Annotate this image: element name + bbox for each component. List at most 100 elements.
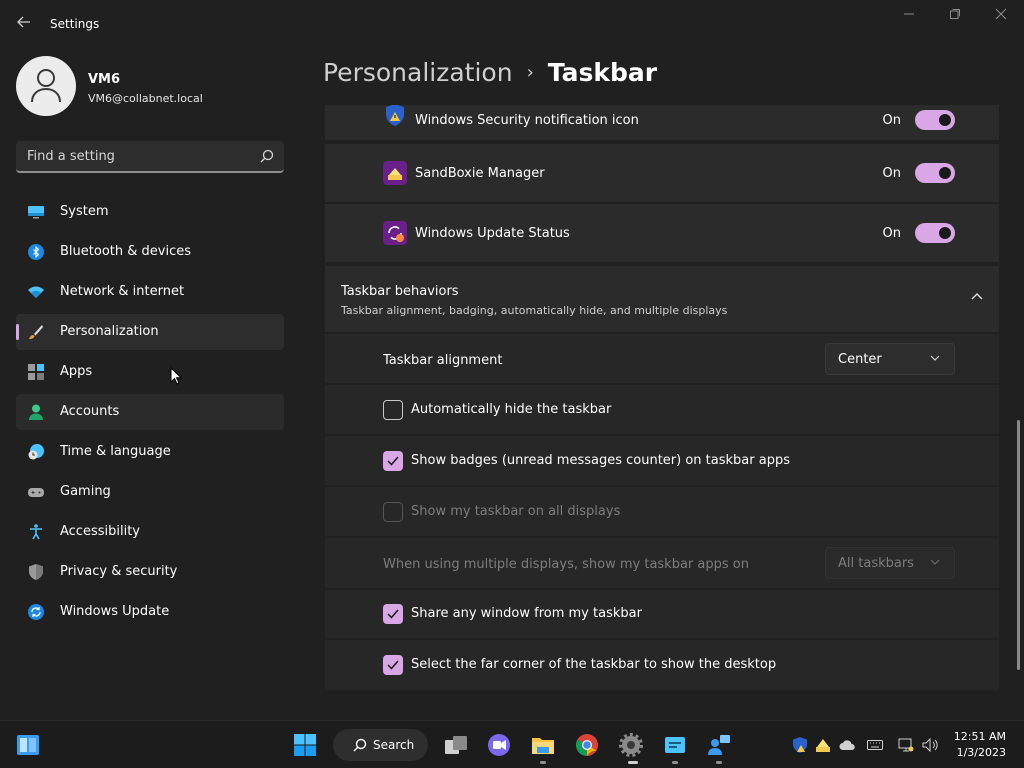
- auto-hide-row: Automatically hide the taskbar: [325, 385, 999, 434]
- multi-display-dropdown: All taskbars: [825, 547, 955, 579]
- settings-gear-icon[interactable]: [619, 733, 643, 757]
- sidebar-item-accounts[interactable]: Accounts: [16, 394, 284, 430]
- taskbar-alignment-row: Taskbar alignment Center: [325, 334, 999, 383]
- volume-icon[interactable]: [922, 737, 938, 753]
- sandboxie-toggle[interactable]: [915, 163, 955, 183]
- sidebar-item-personalization[interactable]: Personalization: [16, 314, 284, 350]
- close-button[interactable]: [987, 8, 1015, 26]
- teams-chat-icon[interactable]: [487, 733, 511, 757]
- sidebar-item-gaming[interactable]: Gaming: [16, 474, 284, 510]
- chrome-icon[interactable]: [575, 733, 599, 757]
- checkmark-icon: [387, 660, 399, 670]
- share-window-row: Share any window from my taskbar: [325, 590, 999, 638]
- keyboard-icon[interactable]: [867, 737, 883, 753]
- breadcrumb-separator: ›: [526, 62, 534, 83]
- remote-support-icon[interactable]: [707, 733, 731, 757]
- share-window-checkbox[interactable]: [383, 604, 403, 624]
- sandboxie-icon: [383, 161, 407, 185]
- bluetooth-icon: [28, 244, 44, 260]
- sidebar-item-apps[interactable]: Apps: [16, 354, 284, 390]
- settings-search[interactable]: [16, 141, 284, 173]
- far-corner-row: Select the far corner of the taskbar to …: [325, 640, 999, 690]
- maximize-button[interactable]: [941, 8, 969, 26]
- sidebar-item-privacy-security[interactable]: Privacy & security: [16, 554, 284, 590]
- far-corner-label: Select the far corner of the taskbar to …: [411, 657, 777, 672]
- taskbar-alignment-dropdown[interactable]: Center: [825, 343, 955, 375]
- chevron-down-icon: [930, 559, 940, 565]
- sidebar-item-label: Personalization: [60, 324, 159, 339]
- widgets-icon[interactable]: [16, 733, 40, 757]
- breadcrumb-parent[interactable]: Personalization: [323, 58, 513, 87]
- user-email: VM6@collabnet.local: [88, 92, 203, 105]
- sidebar-item-label: Time & language: [60, 444, 171, 459]
- chevron-down-icon: [930, 355, 940, 361]
- sandboxie-tray-icon[interactable]: [815, 737, 831, 753]
- toggle-state-label: On: [882, 166, 901, 181]
- sidebar-item-bluetooth[interactable]: Bluetooth & devices: [16, 234, 284, 270]
- back-arrow-icon[interactable]: [14, 14, 34, 34]
- tray-app-label: Windows Update Status: [415, 226, 570, 241]
- window-title: Settings: [50, 17, 100, 31]
- sidebar-item-network[interactable]: Network & internet: [16, 274, 284, 310]
- sidebar-item-system[interactable]: System: [16, 194, 284, 230]
- section-subtitle: Taskbar alignment, badging, automaticall…: [341, 304, 728, 317]
- windows-security-icon: [386, 105, 404, 126]
- taskbar-behaviors-header[interactable]: Taskbar behaviors Taskbar alignment, bad…: [325, 266, 999, 332]
- sidebar-item-windows-update[interactable]: Windows Update: [16, 594, 284, 630]
- sidebar-item-time-language[interactable]: Time & language: [16, 434, 284, 470]
- clock-time: 12:51 AM: [953, 730, 1006, 743]
- active-indicator: [628, 761, 638, 764]
- security-shield-icon[interactable]: [792, 737, 808, 753]
- onedrive-cloud-icon[interactable]: [839, 737, 855, 753]
- sidebar-item-label: Privacy & security: [60, 564, 178, 579]
- gamepad-icon: [28, 488, 44, 497]
- toggle-knob: [939, 114, 951, 126]
- sidebar-item-label: Accessibility: [60, 524, 140, 539]
- taskbar-alignment-label: Taskbar alignment: [383, 353, 503, 368]
- page-title: Taskbar: [547, 58, 658, 87]
- sidebar-item-label: Apps: [60, 364, 93, 379]
- tray-app-row-windows-update-status: Windows Update Status On: [325, 204, 999, 262]
- content-scrollbar[interactable]: [1017, 420, 1020, 670]
- file-explorer-icon[interactable]: [531, 733, 555, 757]
- windows-security-toggle[interactable]: [915, 110, 955, 130]
- person-icon: [29, 404, 43, 420]
- taskbar-search-label: Search: [373, 738, 415, 752]
- all-displays-checkbox: [383, 502, 403, 522]
- windows-update-status-icon: [383, 221, 407, 245]
- task-view-icon[interactable]: [444, 733, 468, 757]
- sidebar-item-accessibility[interactable]: Accessibility: [16, 514, 284, 550]
- sidebar-item-label: System: [60, 204, 109, 219]
- running-indicator: [540, 761, 546, 764]
- sidebar-item-label: Gaming: [60, 484, 111, 499]
- update-icon: [28, 604, 44, 620]
- start-windows-icon[interactable]: [293, 733, 317, 757]
- toggle-knob: [939, 167, 951, 179]
- title-bar: Settings: [0, 0, 1024, 48]
- toggle-state-label: On: [882, 113, 901, 128]
- section-title: Taskbar behaviors: [341, 284, 459, 299]
- search-icon: [260, 149, 274, 163]
- search-input[interactable]: [16, 141, 246, 171]
- system-clock[interactable]: 12:51 AM 1/3/2023: [954, 729, 1006, 761]
- all-displays-row: Show my taskbar on all displays: [325, 487, 999, 536]
- minimize-button[interactable]: [895, 8, 923, 26]
- running-indicator: [672, 761, 678, 764]
- settings-content: Windows Security notification icon On Sa…: [325, 105, 999, 690]
- chevron-up-icon[interactable]: [971, 292, 983, 300]
- breadcrumb: Personalization › Taskbar: [323, 58, 657, 94]
- user-profile[interactable]: VM6 VM6@collabnet.local: [16, 56, 296, 118]
- sticky-app-icon[interactable]: [663, 733, 687, 757]
- auto-hide-checkbox[interactable]: [383, 400, 403, 420]
- apps-icon: [28, 364, 44, 380]
- far-corner-checkbox[interactable]: [383, 655, 403, 675]
- badges-checkbox[interactable]: [383, 451, 403, 471]
- user-name: VM6: [88, 72, 121, 87]
- windows-update-status-toggle[interactable]: [915, 223, 955, 243]
- sidebar-item-label: Network & internet: [60, 284, 185, 299]
- wifi-icon: [28, 286, 44, 298]
- taskbar-search-button[interactable]: Search: [333, 729, 428, 761]
- badges-row: Show badges (unread messages counter) on…: [325, 436, 999, 485]
- person-icon: [31, 69, 61, 103]
- network-ethernet-icon[interactable]: [898, 737, 914, 753]
